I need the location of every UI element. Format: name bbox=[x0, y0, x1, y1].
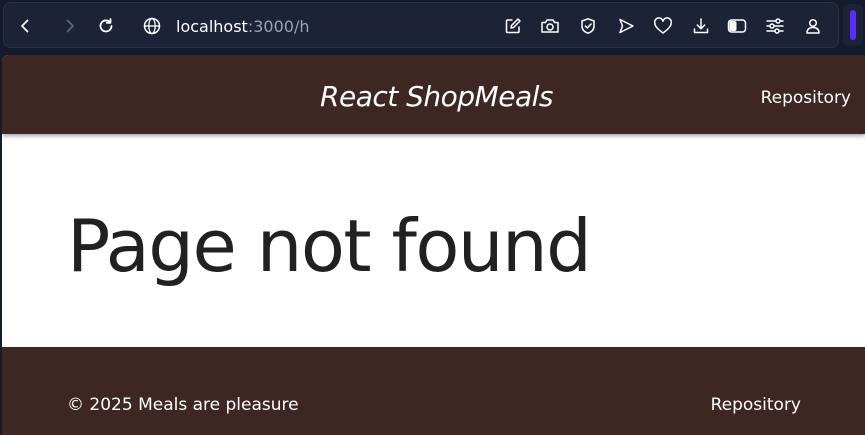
profile-icon[interactable] bbox=[803, 16, 823, 36]
main-content: Page not found bbox=[2, 134, 865, 347]
browser-toolbar: localhost:3000/h bbox=[0, 0, 865, 52]
footer-copyright: © 2025 Meals are pleasure bbox=[67, 395, 299, 415]
globe-icon bbox=[142, 16, 162, 36]
address-bar[interactable]: localhost:3000/h bbox=[176, 17, 309, 36]
header-repository-link[interactable]: Repository bbox=[761, 88, 851, 108]
footer-repository-link[interactable]: Repository bbox=[711, 395, 801, 415]
site-header: React ShopMeals Repository bbox=[2, 55, 865, 134]
download-icon[interactable] bbox=[691, 16, 711, 36]
shield-icon[interactable] bbox=[578, 16, 598, 36]
forward-icon[interactable] bbox=[59, 15, 81, 37]
url-path: :3000/h bbox=[247, 17, 310, 36]
sidebar-accent-pill bbox=[850, 10, 856, 40]
page-title: Page not found bbox=[67, 204, 592, 288]
sidebar-icon[interactable] bbox=[727, 16, 747, 36]
send-icon[interactable] bbox=[616, 16, 636, 36]
url-host: localhost bbox=[176, 17, 248, 36]
sliders-icon[interactable] bbox=[765, 16, 785, 36]
brand-title[interactable]: React ShopMeals bbox=[2, 80, 865, 113]
reload-icon[interactable] bbox=[95, 15, 117, 37]
site-footer: © 2025 Meals are pleasure Repository bbox=[2, 347, 865, 435]
page-viewport: React ShopMeals Repository Page not foun… bbox=[2, 55, 865, 435]
back-icon[interactable] bbox=[14, 15, 36, 37]
browser-toolbar-bar: localhost:3000/h bbox=[3, 2, 839, 48]
heart-icon[interactable] bbox=[653, 16, 673, 36]
sidebar-panel-tab[interactable] bbox=[843, 4, 863, 46]
browser-window: localhost:3000/h React ShopMeals Reposit… bbox=[0, 0, 865, 435]
edit-icon[interactable] bbox=[503, 16, 523, 36]
camera-icon[interactable] bbox=[540, 16, 560, 36]
